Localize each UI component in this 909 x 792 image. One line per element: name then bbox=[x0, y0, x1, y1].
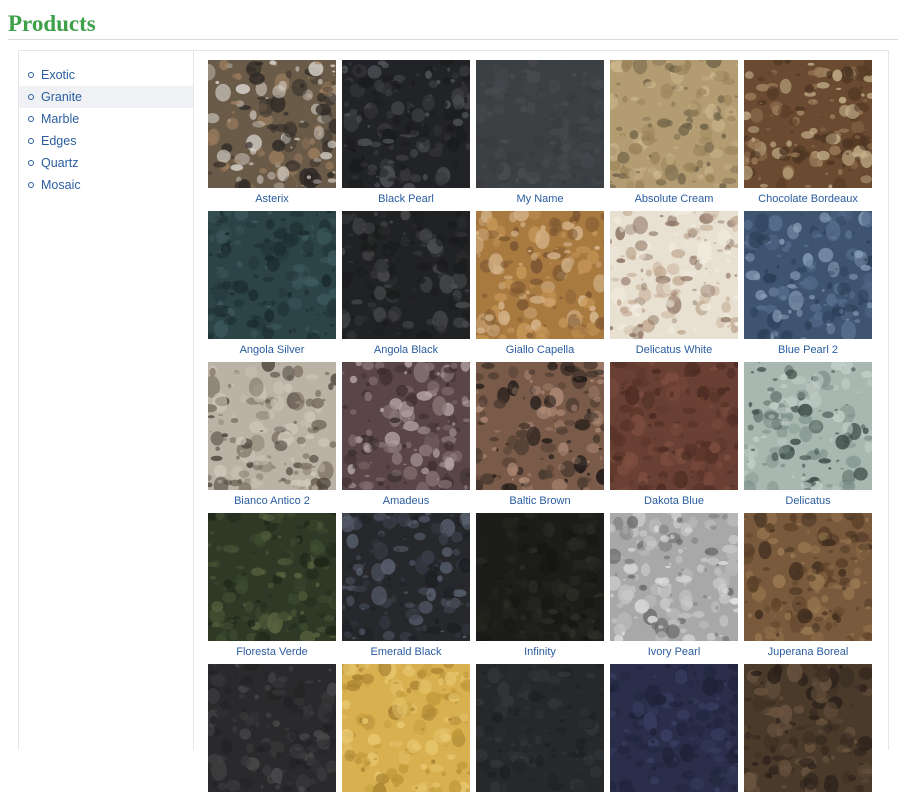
sidebar-item-label: Edges bbox=[41, 134, 76, 148]
category-list: Exotic Granite Marble Edges Quartz Mosaic bbox=[19, 51, 193, 196]
product-image[interactable] bbox=[610, 60, 738, 188]
product-tile[interactable]: Angola Silver bbox=[208, 211, 336, 356]
product-name-link[interactable]: Delicatus bbox=[744, 495, 872, 507]
product-tile[interactable]: Ivory Pearl bbox=[610, 513, 738, 658]
product-name-link[interactable]: Chocolate Bordeaux bbox=[744, 193, 872, 205]
product-tile[interactable]: My Name bbox=[476, 60, 604, 205]
product-name-link[interactable]: Asterix bbox=[208, 193, 336, 205]
product-tile[interactable] bbox=[476, 664, 604, 792]
product-tile[interactable]: Juperana Boreal bbox=[744, 513, 872, 658]
product-image[interactable] bbox=[208, 60, 336, 188]
product-image[interactable] bbox=[208, 211, 336, 339]
sidebar-item-edges[interactable]: Edges bbox=[19, 130, 193, 152]
circle-bullet-icon bbox=[28, 116, 34, 122]
product-tile[interactable]: Dakota Blue bbox=[610, 362, 738, 507]
product-name-link[interactable]: Infinity bbox=[476, 646, 604, 658]
page-title: Products bbox=[8, 9, 96, 39]
product-image[interactable] bbox=[208, 664, 336, 792]
sidebar-item-granite[interactable]: Granite bbox=[19, 86, 193, 108]
product-tile[interactable]: Baltic Brown bbox=[476, 362, 604, 507]
content-panel: Exotic Granite Marble Edges Quartz Mosaic Ast… bbox=[18, 50, 889, 750]
product-tile[interactable]: Delicatus White bbox=[610, 211, 738, 356]
product-image[interactable] bbox=[476, 211, 604, 339]
product-image[interactable] bbox=[610, 362, 738, 490]
category-sidebar: Exotic Granite Marble Edges Quartz Mosaic bbox=[19, 51, 194, 750]
product-image[interactable] bbox=[476, 362, 604, 490]
product-image[interactable] bbox=[342, 60, 470, 188]
product-image[interactable] bbox=[744, 60, 872, 188]
sidebar-item-mosaic[interactable]: Mosaic bbox=[19, 174, 193, 196]
product-name-link[interactable]: Dakota Blue bbox=[610, 495, 738, 507]
product-tile[interactable]: Blue Pearl 2 bbox=[744, 211, 872, 356]
product-tile[interactable]: Absolute Cream bbox=[610, 60, 738, 205]
product-tile[interactable]: Giallo Capella bbox=[476, 211, 604, 356]
product-tile[interactable] bbox=[342, 664, 470, 792]
product-name-link[interactable]: Angola Silver bbox=[208, 344, 336, 356]
product-name-link[interactable]: My Name bbox=[476, 193, 604, 205]
product-image[interactable] bbox=[208, 362, 336, 490]
product-tile[interactable]: Delicatus bbox=[744, 362, 872, 507]
product-tile[interactable]: Amadeus bbox=[342, 362, 470, 507]
product-image[interactable] bbox=[208, 513, 336, 641]
circle-bullet-icon bbox=[28, 138, 34, 144]
circle-bullet-icon bbox=[28, 160, 34, 166]
product-name-link[interactable]: Absolute Cream bbox=[610, 193, 738, 205]
product-name-link[interactable]: Blue Pearl 2 bbox=[744, 344, 872, 356]
product-image[interactable] bbox=[342, 513, 470, 641]
product-name-link[interactable]: Floresta Verde bbox=[208, 646, 336, 658]
sidebar-item-label: Quartz bbox=[41, 156, 79, 170]
product-name-link[interactable]: Angola Black bbox=[342, 344, 470, 356]
product-name-link[interactable]: Delicatus White bbox=[610, 344, 738, 356]
product-tile[interactable]: Chocolate Bordeaux bbox=[744, 60, 872, 205]
product-name-link[interactable]: Black Pearl bbox=[342, 193, 470, 205]
product-name-link[interactable]: Giallo Capella bbox=[476, 344, 604, 356]
circle-bullet-icon bbox=[28, 72, 34, 78]
product-image[interactable] bbox=[476, 513, 604, 641]
sidebar-item-quartz[interactable]: Quartz bbox=[19, 152, 193, 174]
circle-bullet-icon bbox=[28, 182, 34, 188]
product-image[interactable] bbox=[342, 362, 470, 490]
sidebar-item-label: Marble bbox=[41, 112, 79, 126]
product-image[interactable] bbox=[610, 513, 738, 641]
product-tile[interactable] bbox=[610, 664, 738, 792]
product-image[interactable] bbox=[744, 513, 872, 641]
sidebar-item-label: Mosaic bbox=[41, 178, 81, 192]
product-name-link[interactable]: Baltic Brown bbox=[476, 495, 604, 507]
product-name-link[interactable]: Bianco Antico 2 bbox=[208, 495, 336, 507]
product-name-link[interactable]: Amadeus bbox=[342, 495, 470, 507]
product-tile[interactable]: Angola Black bbox=[342, 211, 470, 356]
product-image[interactable] bbox=[744, 664, 872, 792]
product-image[interactable] bbox=[610, 664, 738, 792]
product-image[interactable] bbox=[744, 362, 872, 490]
product-tile[interactable]: Emerald Black bbox=[342, 513, 470, 658]
product-tile[interactable]: Bianco Antico 2 bbox=[208, 362, 336, 507]
product-tile[interactable] bbox=[744, 664, 872, 792]
product-name-link[interactable]: Emerald Black bbox=[342, 646, 470, 658]
product-name-link[interactable]: Ivory Pearl bbox=[610, 646, 738, 658]
sidebar-item-exotic[interactable]: Exotic bbox=[19, 64, 193, 86]
product-image[interactable] bbox=[476, 60, 604, 188]
sidebar-item-label: Granite bbox=[41, 90, 82, 104]
sidebar-item-marble[interactable]: Marble bbox=[19, 108, 193, 130]
title-divider bbox=[8, 39, 898, 40]
product-tile[interactable]: Asterix bbox=[208, 60, 336, 205]
product-image[interactable] bbox=[342, 664, 470, 792]
product-name-link[interactable]: Juperana Boreal bbox=[744, 646, 872, 658]
product-image[interactable] bbox=[342, 211, 470, 339]
product-tile[interactable]: Floresta Verde bbox=[208, 513, 336, 658]
product-tile[interactable]: Black Pearl bbox=[342, 60, 470, 205]
product-tile[interactable] bbox=[208, 664, 336, 792]
sidebar-item-label: Exotic bbox=[41, 68, 75, 82]
product-image[interactable] bbox=[476, 664, 604, 792]
product-tile[interactable]: Infinity bbox=[476, 513, 604, 658]
product-image[interactable] bbox=[610, 211, 738, 339]
circle-bullet-icon bbox=[28, 94, 34, 100]
product-image[interactable] bbox=[744, 211, 872, 339]
